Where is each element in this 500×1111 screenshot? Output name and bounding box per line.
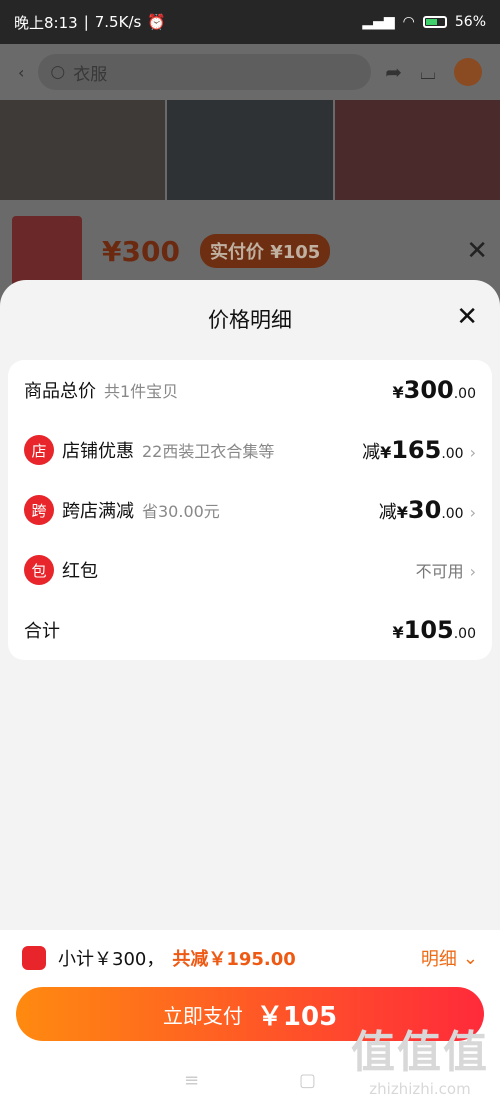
currency-symbol: ¥ <box>396 503 408 522</box>
battery-level: 56% <box>454 14 486 30</box>
amount-decimal: .00 <box>441 506 464 522</box>
watermark: 值值值 zhizhizhi.com <box>350 1016 490 1098</box>
row-store-discount[interactable]: 店 店铺优惠 22西装卫衣合集等 减 ¥ 165 .00 › <box>8 420 492 480</box>
row-label: 合计 <box>24 621 60 642</box>
row-label: 店铺优惠 <box>62 441 134 462</box>
store-icon: 店 <box>24 435 54 465</box>
summary-row: 小计￥300， 共减￥195.00 明细 ⌄ <box>0 938 500 978</box>
cart-icon[interactable]: ⌴ <box>420 60 436 84</box>
amount: 165 <box>391 436 442 464</box>
search-bar[interactable]: ○ 衣服 <box>38 54 372 90</box>
row-total-price: 商品总价 共1件宝贝 ¥ 300 .00 <box>8 360 492 420</box>
chevron-right-icon: › <box>469 562 476 581</box>
back-icon[interactable]: ‹ <box>18 63 24 82</box>
sheet-title: 价格明细 <box>208 308 292 332</box>
red-packet-icon: 包 <box>24 555 54 585</box>
coupon-icon <box>22 946 46 970</box>
pay-label: 立即支付 <box>162 1003 243 1028</box>
row-value: 不可用 › <box>416 558 476 582</box>
row-red-packet[interactable]: 包 红包 不可用 › <box>8 540 492 600</box>
row-value: ¥ 300 .00 <box>392 376 476 404</box>
currency-symbol: ¥ <box>392 383 404 402</box>
currency-symbol: ¥ <box>392 623 404 642</box>
price-card: 商品总价 共1件宝贝 ¥ 300 .00 店 店铺优惠 22西装卫衣合集等 减 … <box>8 360 492 660</box>
row-cross-store-discount[interactable]: 跨 跨店满减 省30.00元 减 ¥ 30 .00 › <box>8 480 492 540</box>
signal-icon: ▂▄▆ <box>362 14 395 30</box>
product-summary: ¥300 实付价 ¥105 ✕ <box>0 216 500 286</box>
chevron-down-icon: ⌄ <box>462 947 478 969</box>
search-text: 衣服 <box>73 64 108 85</box>
menu-icon[interactable]: ≡ <box>184 1070 199 1091</box>
row-sub: 省30.00元 <box>142 502 220 521</box>
reduce-prefix: 减 <box>362 442 381 463</box>
search-icon: ○ <box>50 62 66 82</box>
detail-toggle[interactable]: 明细 ⌄ <box>421 945 478 971</box>
row-label: 红包 <box>62 561 98 582</box>
amount: 30 <box>407 496 442 524</box>
share-icon[interactable]: ➦ <box>385 60 402 84</box>
reduce-prefix: 减 <box>378 502 397 523</box>
currency-symbol: ¥ <box>380 443 392 462</box>
wifi-icon: ◠ <box>402 14 415 30</box>
chevron-right-icon: › <box>469 443 476 462</box>
pay-amount: ￥105 <box>256 1001 338 1032</box>
watermark-logo: 值值值 <box>351 1027 489 1078</box>
product-price: ¥300 <box>102 234 180 268</box>
amount: 300 <box>403 376 454 404</box>
amount-decimal: .00 <box>441 446 464 462</box>
battery-icon <box>422 16 447 28</box>
row-sub: 共1件宝贝 <box>104 382 179 401</box>
row-sub: 22西装卫衣合集等 <box>142 442 275 461</box>
status-speed: 7.5K/s <box>94 13 142 31</box>
row-label: 商品总价 <box>24 381 96 402</box>
status-time: 晚上8:13 <box>14 13 78 32</box>
unavailable-text: 不可用 <box>415 562 464 581</box>
row-value: 减 ¥ 30 .00 › <box>379 496 476 524</box>
status-bar: 晚上8:13 | 7.5K/s ⏰ ▂▄▆ ◠ 56% <box>0 0 500 44</box>
row-value: ¥ 105 .00 <box>392 616 476 644</box>
close-icon[interactable]: ✕ <box>466 236 488 266</box>
watermark-site: zhizhizhi.com <box>369 1080 471 1098</box>
product-thumbnail <box>12 216 82 286</box>
discount-text: 共减￥195.00 <box>172 949 296 970</box>
amount-decimal: .00 <box>453 386 476 402</box>
home-icon[interactable]: ▢ <box>299 1070 316 1091</box>
checkout-bar: 小计￥300， 共减￥195.00 明细 ⌄ 立即支付 ￥105 ≡ ▢ 值值值… <box>0 930 500 1111</box>
row-value: 减 ¥ 165 .00 › <box>362 436 476 464</box>
cross-store-icon: 跨 <box>24 495 54 525</box>
amount: 105 <box>403 616 454 644</box>
actual-price-tag: 实付价 ¥105 <box>199 234 331 268</box>
avatar[interactable] <box>454 58 482 86</box>
detail-label: 明细 <box>420 949 457 970</box>
amount-decimal: .00 <box>453 626 476 642</box>
close-icon[interactable]: ✕ <box>456 304 478 330</box>
row-grand-total: 合计 ¥ 105 .00 <box>8 600 492 660</box>
chevron-right-icon: › <box>469 503 476 522</box>
subtotal-text: 小计￥300， <box>58 949 165 970</box>
alarm-icon: ⏰ <box>147 13 166 31</box>
row-label: 跨店满减 <box>62 501 134 522</box>
product-photos <box>0 100 500 200</box>
